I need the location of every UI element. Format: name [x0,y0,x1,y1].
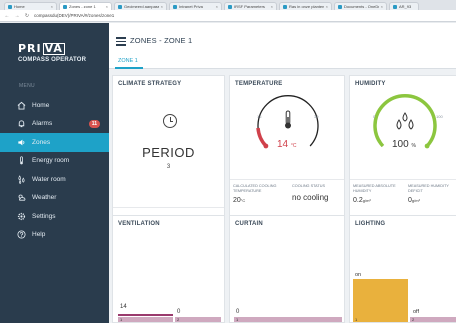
panel-title: VENTILATION [118,221,160,227]
divider [350,179,456,180]
cooling-status-value: no cooling [292,193,329,202]
active-tab-indicator [115,67,143,69]
gear-icon [17,212,26,221]
sidebar-item-home[interactable]: Home [0,96,109,115]
close-icon[interactable]: × [51,3,53,10]
reload-icon[interactable]: ↻ [24,13,30,19]
sidebar-item-settings[interactable]: Settings [0,207,109,226]
bell-icon [17,119,26,128]
lighting-panel[interactable]: LIGHTING on off 1 2 [349,215,456,323]
ventilation-strip-left: 1 [118,317,173,322]
climate-period-value: PERIOD [142,145,195,160]
calculated-cooling-temperature-label: CALCULATED COOLING TEMPERATURE [233,184,277,193]
page-header: ZONES - ZONE 1 ZONE 1 [109,23,456,69]
favicon-icon [228,4,232,9]
alarm-count-badge: 11 [88,119,100,128]
humidity-value: 100 % [392,139,416,150]
curtain-strip: 1 [234,317,342,322]
water-drops-icon [396,112,414,130]
priva-logo: PRI VA [18,41,65,55]
browser-tab[interactable]: Documents - OneDrive× [334,2,387,10]
humidity-gauge-max: 100 [436,114,443,119]
favicon-icon [63,4,67,9]
hamburger-icon[interactable] [116,37,126,48]
clock-icon [163,114,177,128]
sidebar-item-alarms[interactable]: Alarms 11 [0,115,109,134]
thermometer-icon [17,156,26,165]
sidebar-item-weather[interactable]: Weather [0,189,109,208]
lighting-on-label: on [355,272,362,278]
browser-tab-bar: Home× Zones - zone 1× Gecimeerd aanpasse… [0,0,456,10]
ventilation-right-value: 0 [177,309,181,315]
browser-tab-active[interactable]: Zones - zone 1 × [59,2,112,10]
panel-title: CURTAIN [235,221,263,227]
cooling-status-label: COOLING STATUS [292,184,325,188]
humidity-deficit-label: MEASURED HUMIDITY DEFICIT [408,184,449,193]
help-icon [17,230,26,239]
sidebar: PRI VA COMPASS OPERATOR MENU Home Alarms … [0,23,109,323]
humidity-gauge-min: 0 [373,114,376,119]
tab-zone-1[interactable]: ZONE 1 [118,58,138,64]
favicon-icon [118,4,122,9]
close-icon[interactable]: × [161,3,163,10]
favicon-icon [338,4,342,9]
speaker-icon [17,138,26,147]
browser-tab[interactable]: IRSF Parameters × [224,2,277,10]
home-icon [17,101,26,110]
temperature-gauge-max: 30 [314,114,319,119]
absolute-humidity-label: MEASURED ABSOLUTE HUMIDITY [353,184,396,193]
close-icon[interactable]: × [106,3,108,10]
browser-tab[interactable]: Gecimeerd aanpassen× [114,2,167,10]
drops-icon [17,175,26,184]
sidebar-item-water-room[interactable]: Water room [0,170,109,189]
url-field[interactable]: compassdu(DEV)/PRIVA/#/zones/zone1 [34,13,114,18]
browser-tab[interactable]: Ras in onze planten × [279,2,332,10]
ventilation-left-value: 14 [120,304,127,310]
temperature-value: 14 °C [277,139,297,150]
divider [113,207,224,208]
thermometer-icon [285,110,291,129]
address-bar: ← → ↻ compassdu(DEV)/PRIVA/#/zones/zone1 [0,10,456,22]
close-icon[interactable]: × [216,3,218,10]
curtain-value: 0 [236,309,240,315]
close-icon[interactable]: × [381,3,383,10]
browser-tab[interactable]: Home × [4,2,57,10]
lighting-on-bar [353,279,408,319]
calculated-cooling-temperature-value: 20°C [233,197,246,204]
weather-icon [17,193,26,202]
lighting-strip-right: 2 [410,317,456,322]
ventilation-strip-right: 2 [175,317,221,322]
app-subtitle: COMPASS OPERATOR [18,57,87,63]
sidebar-item-zones[interactable]: Zones [0,133,109,152]
back-icon[interactable]: ← [4,13,10,19]
lighting-strip-left: 1 [353,317,408,322]
favicon-icon [283,4,287,9]
favicon-icon [173,4,177,9]
forward-icon[interactable]: → [14,13,20,19]
close-icon[interactable]: × [326,3,328,10]
browser-tab[interactable]: Intranet Priva × [169,2,222,10]
curtain-panel[interactable]: CURTAIN 0 1 [229,215,345,323]
main-content: ZONES - ZONE 1 ZONE 1 CLIMATE STRATEGY P… [109,23,456,323]
panel-title: LIGHTING [355,221,386,227]
favicon-icon [8,4,12,9]
sidebar-item-help[interactable]: Help [0,226,109,245]
absolute-humidity-value: 0.2g/m³ [353,197,371,204]
favicon-icon [393,4,397,9]
divider [230,179,344,180]
sidebar-nav: Home Alarms 11 Zones Energy room Water r… [0,96,109,244]
humidity-deficit-value: 0g/m³ [408,197,420,204]
close-icon[interactable]: × [271,3,273,10]
climate-period-number: 3 [166,164,171,170]
browser-tab[interactable]: AR_93 [389,2,419,10]
lighting-off-label: off [413,309,420,315]
ventilation-panel[interactable]: VENTILATION 14 0 1 2 [112,215,225,323]
sidebar-item-energy-room[interactable]: Energy room [0,152,109,171]
ventilation-bar [118,314,173,316]
temperature-gauge-min: 15 [257,114,262,119]
panel-title: CLIMATE STRATEGY [118,81,182,87]
menu-heading: MENU [19,83,35,89]
page-title: ZONES - ZONE 1 [130,36,193,45]
